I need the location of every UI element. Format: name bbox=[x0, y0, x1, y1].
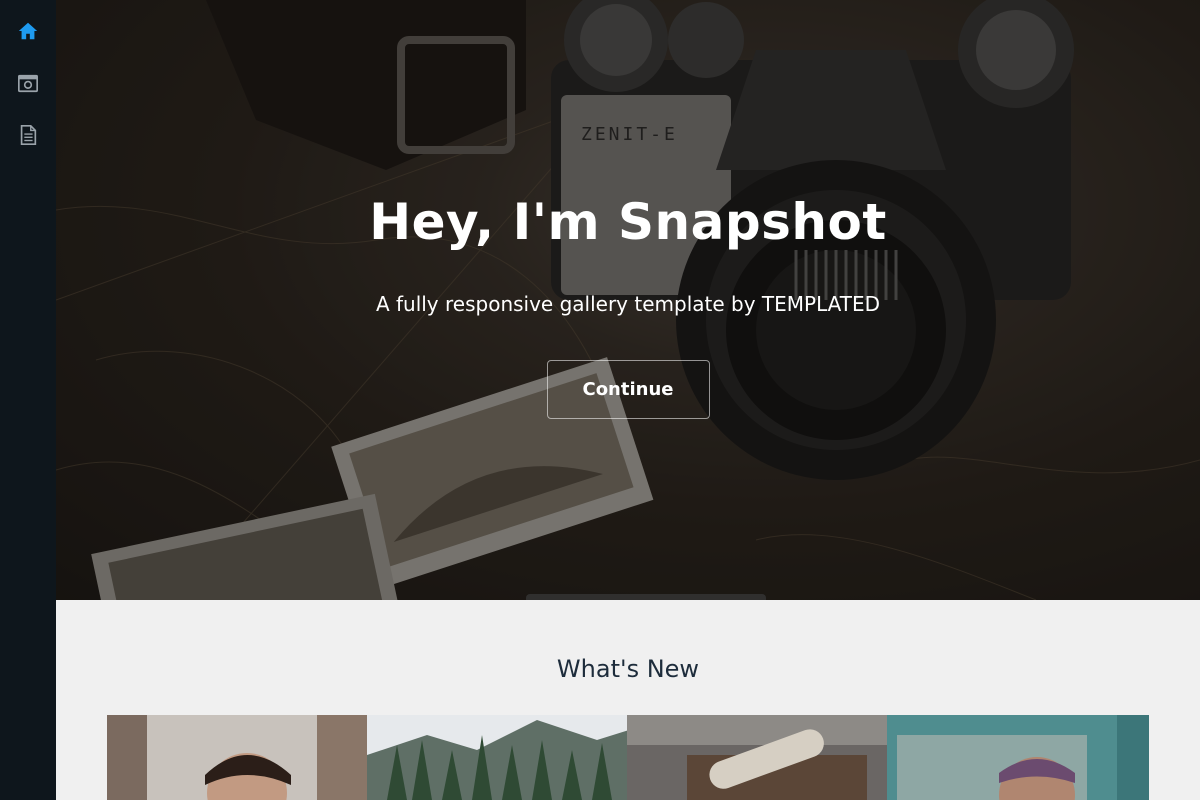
gallery-item-car-woman[interactable] bbox=[887, 715, 1149, 800]
nav-item-generic[interactable] bbox=[0, 124, 56, 176]
skateboard-image bbox=[627, 715, 887, 800]
gallery-item-skateboard[interactable] bbox=[627, 715, 887, 800]
hero-banner: ZENIT-E Hey, I'm Snapshot A fully respon… bbox=[56, 0, 1200, 600]
nav-item-home[interactable] bbox=[0, 20, 56, 72]
hero-title: Hey, I'm Snapshot bbox=[369, 193, 887, 251]
nav-item-gallery[interactable] bbox=[0, 72, 56, 124]
gallery-grid bbox=[107, 715, 1149, 800]
home-icon bbox=[18, 22, 38, 40]
forest-image bbox=[367, 715, 627, 800]
document-icon bbox=[20, 125, 37, 145]
whats-new-section: What's New bbox=[56, 600, 1200, 800]
camera-icon bbox=[18, 74, 38, 93]
section-title: What's New bbox=[556, 655, 700, 683]
gallery-item-portrait[interactable] bbox=[107, 715, 367, 800]
continue-button[interactable]: Continue bbox=[546, 360, 710, 419]
gallery-item-forest[interactable] bbox=[367, 715, 627, 800]
sidebar-nav bbox=[0, 0, 56, 800]
car-woman-image bbox=[887, 715, 1149, 800]
portrait-image bbox=[107, 715, 367, 800]
hero-subtitle: A fully responsive gallery template by T… bbox=[375, 292, 881, 316]
